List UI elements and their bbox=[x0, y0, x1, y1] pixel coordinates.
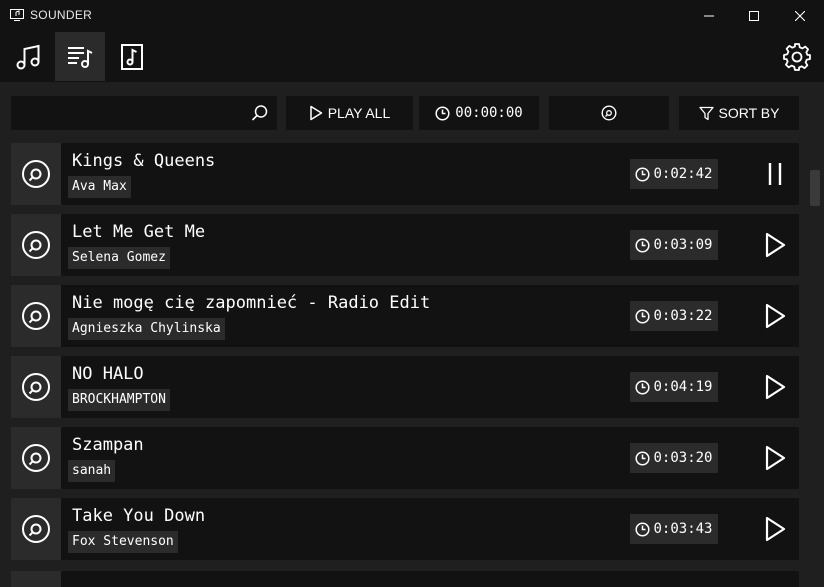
settings-button[interactable] bbox=[771, 32, 823, 81]
music-file-icon bbox=[120, 43, 143, 70]
tab-music-file[interactable] bbox=[107, 32, 156, 81]
song-duration: 0:03:09 bbox=[630, 230, 718, 260]
sort-button[interactable]: SORT BY bbox=[679, 96, 799, 130]
play-icon bbox=[765, 445, 786, 471]
play-button[interactable] bbox=[758, 230, 792, 260]
maximize-icon bbox=[749, 11, 759, 21]
song-row[interactable]: Let Me Get Me Selena Gomez 0:03:09 bbox=[11, 214, 799, 276]
app-title: SOUNDER bbox=[30, 8, 93, 22]
total-duration-value: 00:00:00 bbox=[455, 105, 523, 121]
play-button[interactable] bbox=[758, 514, 792, 544]
disc-icon bbox=[22, 160, 50, 188]
song-artist[interactable]: BROCKHAMPTON bbox=[68, 389, 170, 411]
pause-button[interactable] bbox=[758, 159, 792, 189]
play-all-label: PLAY ALL bbox=[327, 105, 391, 121]
song-title: Take You Down bbox=[72, 506, 206, 526]
sort-label: SORT BY bbox=[718, 105, 780, 121]
song-duration: 0:03:43 bbox=[630, 514, 718, 544]
search-box[interactable] bbox=[11, 96, 277, 132]
song-artist[interactable]: sanah bbox=[68, 460, 116, 482]
song-row[interactable]: Take You Down Fox Stevenson 0:03:43 bbox=[11, 498, 799, 560]
song-duration-value: 0:03:20 bbox=[653, 450, 713, 466]
play-icon bbox=[765, 374, 786, 400]
close-icon bbox=[795, 11, 805, 21]
play-icon bbox=[765, 303, 786, 329]
song-row[interactable]: Kings & Queens Ava Max 0:02:42 bbox=[11, 143, 799, 205]
album-filter-button[interactable] bbox=[549, 96, 669, 130]
play-icon bbox=[309, 105, 322, 121]
song-title: Nie mogę cię zapomnieć - Radio Edit bbox=[72, 293, 431, 313]
album-cover bbox=[11, 143, 61, 205]
pause-icon bbox=[768, 163, 782, 185]
clock-icon bbox=[435, 105, 450, 121]
total-duration: 00:00:00 bbox=[419, 96, 539, 130]
minimize-icon bbox=[704, 15, 714, 17]
album-cover bbox=[11, 427, 61, 489]
song-artist[interactable]: Fox Stevenson bbox=[68, 531, 178, 553]
song-duration: 0:03:22 bbox=[630, 301, 718, 331]
song-title: Szampan bbox=[72, 435, 144, 455]
clock-icon bbox=[635, 450, 651, 466]
playlist-icon bbox=[68, 46, 93, 68]
clock-icon bbox=[635, 237, 651, 253]
disc-icon bbox=[22, 515, 50, 543]
play-button[interactable] bbox=[758, 372, 792, 402]
scrollbar-thumb[interactable] bbox=[810, 170, 820, 206]
disc-icon bbox=[22, 231, 50, 259]
song-row-partial[interactable] bbox=[11, 571, 799, 587]
play-icon bbox=[765, 516, 786, 542]
song-duration-value: 0:03:09 bbox=[653, 237, 713, 253]
song-duration-value: 0:04:19 bbox=[653, 379, 713, 395]
disc-icon bbox=[22, 302, 50, 330]
tab-music[interactable] bbox=[3, 32, 52, 81]
tab-playlist[interactable] bbox=[55, 32, 105, 81]
song-duration-value: 0:03:22 bbox=[653, 308, 713, 324]
album-cover bbox=[11, 214, 61, 276]
song-duration-value: 0:03:43 bbox=[653, 521, 713, 537]
song-row[interactable]: NO HALO BROCKHAMPTON 0:04:19 bbox=[11, 356, 799, 418]
disc-icon bbox=[22, 444, 50, 472]
album-cover bbox=[11, 498, 61, 560]
search-icon[interactable] bbox=[251, 104, 269, 122]
song-row[interactable]: Szampan sanah 0:03:20 bbox=[11, 427, 799, 489]
song-row[interactable]: Nie mogę cię zapomnieć - Radio Edit Agni… bbox=[11, 285, 799, 347]
song-duration: 0:04:19 bbox=[630, 372, 718, 402]
clock-icon bbox=[635, 521, 651, 537]
play-icon bbox=[765, 232, 786, 258]
play-all-button[interactable]: PLAY ALL bbox=[286, 96, 413, 130]
disc-icon bbox=[601, 105, 617, 121]
song-duration: 0:03:20 bbox=[630, 443, 718, 473]
song-artist[interactable]: Agnieszka Chylinska bbox=[68, 318, 225, 340]
filter-icon bbox=[698, 106, 714, 120]
playlist-content: PLAY ALL 00:00:00 SORT BY Kings & Queens… bbox=[0, 82, 824, 587]
navigation-bar bbox=[0, 32, 824, 81]
gear-icon bbox=[783, 42, 811, 71]
disc-icon bbox=[22, 373, 50, 401]
song-duration-value: 0:02:42 bbox=[653, 166, 713, 182]
play-button[interactable] bbox=[758, 443, 792, 473]
title-bar: SOUNDER bbox=[0, 0, 824, 32]
album-cover bbox=[11, 571, 61, 587]
clock-icon bbox=[635, 308, 651, 324]
app-icon bbox=[10, 9, 24, 21]
clock-icon bbox=[635, 379, 651, 395]
minimize-button[interactable] bbox=[686, 0, 732, 32]
song-artist[interactable]: Ava Max bbox=[68, 176, 131, 198]
close-button[interactable] bbox=[777, 0, 823, 32]
song-artist[interactable]: Selena Gomez bbox=[68, 247, 170, 269]
play-button[interactable] bbox=[758, 301, 792, 331]
album-cover bbox=[11, 285, 61, 347]
song-duration: 0:02:42 bbox=[630, 159, 718, 189]
clock-icon bbox=[635, 166, 651, 182]
song-title: Let Me Get Me bbox=[72, 222, 206, 242]
search-input[interactable] bbox=[17, 96, 246, 132]
album-cover bbox=[11, 356, 61, 418]
song-title: NO HALO bbox=[72, 364, 144, 384]
maximize-button[interactable] bbox=[731, 0, 777, 32]
music-note-icon bbox=[16, 44, 39, 69]
song-title: Kings & Queens bbox=[72, 151, 216, 171]
